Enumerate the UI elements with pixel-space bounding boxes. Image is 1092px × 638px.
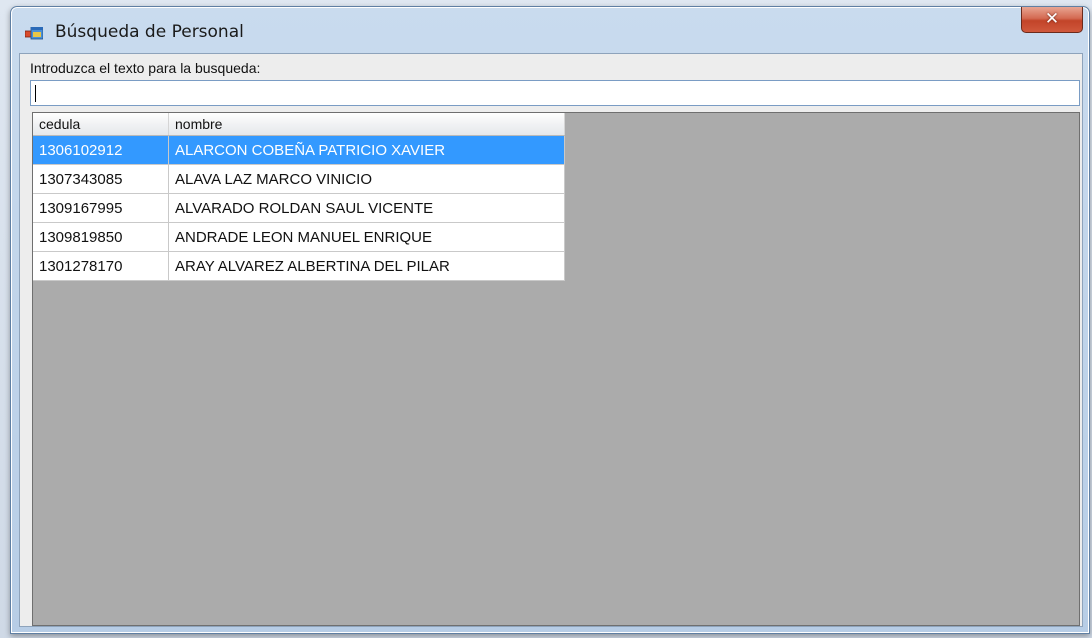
column-header-cedula[interactable]: cedula: [33, 113, 169, 136]
cell-cedula[interactable]: 1306102912: [33, 135, 169, 165]
text-caret: [35, 85, 36, 102]
table-row[interactable]: 1309167995 ALVARADO ROLDAN SAUL VICENTE: [33, 193, 565, 223]
title-bar[interactable]: Búsqueda de Personal ✕: [11, 7, 1089, 53]
table-header-row: cedula nombre: [33, 113, 565, 136]
table-row[interactable]: 1301278170 ARAY ALVAREZ ALBERTINA DEL PI…: [33, 251, 565, 281]
window-client-area: Introduzca el texto para la busqueda: ce…: [19, 53, 1083, 627]
cell-nombre[interactable]: ALARCON COBEÑA PATRICIO XAVIER: [168, 135, 565, 165]
window-app-icon: [25, 27, 43, 40]
search-label: Introduzca el texto para la busqueda:: [30, 60, 261, 76]
cell-cedula[interactable]: 1309167995: [33, 193, 169, 223]
cell-nombre[interactable]: ARAY ALVAREZ ALBERTINA DEL PILAR: [168, 251, 565, 281]
cell-cedula[interactable]: 1301278170: [33, 251, 169, 281]
search-personnel-window: Búsqueda de Personal ✕ Introduzca el tex…: [10, 6, 1090, 634]
cell-cedula[interactable]: 1309819850: [33, 222, 169, 252]
search-input[interactable]: [30, 80, 1080, 106]
cell-nombre[interactable]: ALAVA LAZ MARCO VINICIO: [168, 164, 565, 194]
column-header-nombre[interactable]: nombre: [168, 113, 565, 136]
results-grid[interactable]: cedula nombre 1306102912 ALARCON COBEÑA …: [32, 112, 1080, 626]
close-button[interactable]: ✕: [1021, 7, 1083, 33]
cell-nombre[interactable]: ANDRADE LEON MANUEL ENRIQUE: [168, 222, 565, 252]
close-icon: ✕: [1044, 9, 1060, 29]
table-row[interactable]: 1309819850 ANDRADE LEON MANUEL ENRIQUE: [33, 222, 565, 252]
table-row[interactable]: 1307343085 ALAVA LAZ MARCO VINICIO: [33, 164, 565, 194]
cell-cedula[interactable]: 1307343085: [33, 164, 169, 194]
table-row[interactable]: 1306102912 ALARCON COBEÑA PATRICIO XAVIE…: [33, 135, 565, 165]
results-table: cedula nombre 1306102912 ALARCON COBEÑA …: [33, 113, 565, 281]
window-title: Búsqueda de Personal: [55, 22, 244, 42]
cell-nombre[interactable]: ALVARADO ROLDAN SAUL VICENTE: [168, 193, 565, 223]
